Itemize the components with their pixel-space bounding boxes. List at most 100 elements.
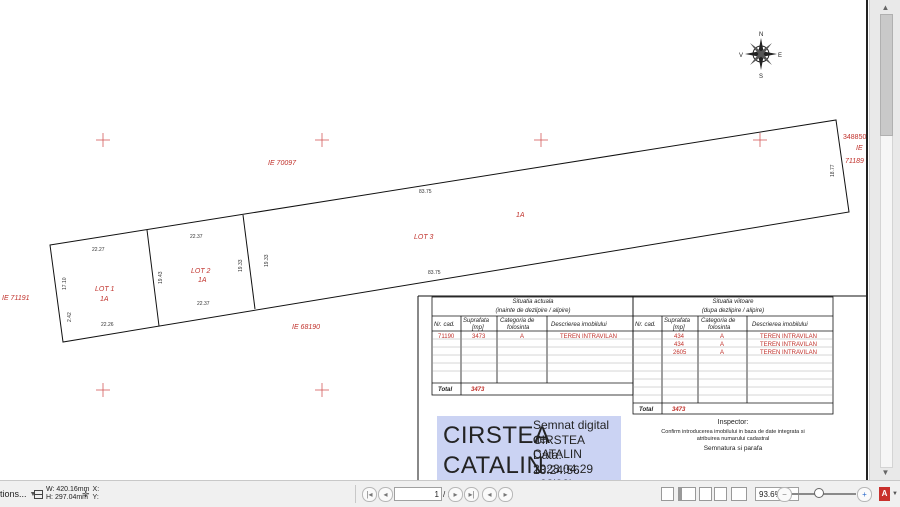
lot2-category: 1A	[198, 277, 207, 284]
zoom-slider[interactable]	[792, 481, 856, 507]
continuous-two-view-button[interactable]	[714, 481, 727, 507]
single-page-icon	[661, 487, 674, 501]
status-divider	[355, 485, 356, 503]
first-page-button[interactable]: |◂	[362, 481, 377, 507]
rotate-button[interactable]	[731, 481, 747, 507]
right-header-nrcad: Nr. cad.	[635, 322, 656, 328]
next-page-icon: ▸	[448, 486, 463, 502]
right-row1-area: 434	[674, 334, 685, 340]
zoom-out-button[interactable]: −	[777, 481, 792, 507]
single-page-view-button[interactable]	[661, 481, 674, 507]
right-row2-area: 434	[674, 342, 685, 348]
cursor-readout: ✛ X: Y:	[82, 481, 99, 507]
neighbor-east-2: 71189	[845, 158, 864, 165]
neighbor-south: IE 68190	[292, 324, 320, 331]
scroll-down-icon[interactable]: ▼	[880, 467, 891, 478]
right-header-area-2: [mp]	[672, 325, 685, 331]
scroll-up-icon[interactable]: ▲	[880, 2, 891, 13]
dim-lot3-right: 18.77	[830, 164, 836, 177]
dim-lot1-left: 17.10	[62, 277, 68, 290]
next-view-button[interactable]: ▸	[498, 481, 513, 507]
right-row3-cat: A	[720, 350, 724, 356]
last-page-icon: ▸|	[464, 486, 479, 502]
page-number-field[interactable]: 1 / 1	[394, 481, 452, 507]
pdf-icon: A	[879, 487, 890, 501]
left-row-desc: TEREN INTRAVILAN	[560, 334, 617, 340]
pdf-dropdown-icon[interactable]: ▼	[892, 491, 898, 497]
page-number-input[interactable]: 1	[394, 487, 442, 501]
compass-n: N	[759, 32, 763, 38]
dim-lot1-top: 22.27	[92, 247, 105, 253]
right-header-cat-2: folosinta	[708, 325, 731, 331]
options-label: tions...	[0, 489, 27, 499]
dim-lot2-right: 19.33	[238, 259, 244, 272]
scroll-thumb[interactable]	[880, 14, 893, 136]
dim-lot3-top: 83.75	[419, 189, 432, 195]
left-header-cat-2: folosinta	[507, 325, 530, 331]
lot3-name: LOT 3	[414, 234, 434, 241]
page-right-edge	[866, 0, 868, 480]
two-page-icon	[678, 487, 696, 501]
dim-lot1-left2: 2.42	[67, 312, 73, 322]
zoom-slider-track[interactable]	[792, 488, 856, 498]
dim-lot2-left: 19.43	[158, 271, 164, 284]
last-page-button[interactable]: ▸|	[464, 481, 479, 507]
left-row-cat: A	[520, 334, 524, 340]
left-total-value: 3473	[471, 387, 485, 393]
cursor-x-label: X:	[92, 486, 100, 493]
right-row1-desc: TEREN INTRAVILAN	[760, 334, 817, 340]
left-table-title: Situatia actuala	[512, 299, 554, 305]
rotate-icon	[731, 487, 747, 501]
right-header-cat-1: Categoria de	[701, 318, 736, 324]
right-table-subtitle: (dupa dezlipire / alipire)	[702, 308, 764, 314]
north-arrow-icon: N S E V	[739, 32, 782, 80]
document-page[interactable]: LOT 1 1A LOT 2 1A LOT 3 1A IE 70097 IE 6…	[0, 0, 869, 480]
options-menu[interactable]: tions... ▼	[0, 481, 36, 507]
right-row1-cat: A	[720, 334, 724, 340]
inspector-block: Inspector: Confirm introducerea imobilul…	[634, 415, 832, 475]
continuous-two-icon	[714, 487, 727, 501]
right-total-value: 3473	[672, 407, 686, 413]
right-row2-cat: A	[720, 342, 724, 348]
lot3-category: 1A	[516, 212, 525, 219]
continuous-view-button[interactable]	[699, 481, 712, 507]
vertical-scrollbar[interactable]: ▲ ▼	[869, 0, 900, 480]
zoom-in-button[interactable]: +	[857, 481, 872, 507]
left-header-cat-1: Categoria de	[500, 318, 535, 324]
crosshair-icon: ✛	[82, 488, 90, 499]
neighbor-north: IE 70097	[268, 160, 297, 167]
two-page-view-button[interactable]	[678, 481, 696, 507]
zoom-slider-thumb[interactable]	[814, 488, 824, 498]
right-row3-area: 2605	[673, 350, 687, 356]
compass-s: S	[759, 74, 763, 80]
prev-view-button[interactable]: ◂	[482, 481, 497, 507]
cursor-y-label: Y:	[92, 494, 99, 501]
left-table-subtitle: (inainte de dezlipire / alipire)	[495, 308, 570, 314]
right-header-desc: Descrierea imobilului	[752, 322, 808, 328]
inspector-text-2: atribuirea numarului cadastral	[696, 436, 770, 442]
continuous-icon	[699, 487, 712, 501]
right-header-area-1: Suprafata	[664, 318, 691, 324]
inspector-text-3: Semnatura si parafa	[703, 445, 763, 452]
lot2-name: LOT 2	[191, 268, 211, 275]
left-header-nrcad: Nr. cad.	[434, 322, 455, 328]
compass-e: E	[778, 53, 782, 59]
pdf-viewer: LOT 1 1A LOT 2 1A LOT 3 1A IE 70097 IE 6…	[0, 0, 900, 507]
dim-lot3-bottom: 83.75	[428, 270, 441, 276]
left-header-area-1: Suprafata	[463, 318, 490, 324]
left-header-desc: Descrierea imobilului	[551, 322, 607, 328]
left-total-label: Total	[438, 387, 452, 393]
prev-page-button[interactable]: ◂	[378, 481, 393, 507]
signature-name-line2: CATALIN	[443, 452, 545, 479]
left-header-area-2: [mp]	[471, 325, 484, 331]
left-row-area: 3473	[472, 334, 486, 340]
signature-meta-4: 13:24:56 +03'00'	[533, 463, 580, 480]
first-page-icon: |◂	[362, 486, 377, 502]
lot1-category: 1A	[100, 296, 109, 303]
pdf-export-button[interactable]: A ▼	[879, 481, 898, 507]
dim-lot2-top: 22.37	[190, 234, 203, 240]
zoom-out-icon: −	[777, 486, 792, 502]
digital-signature-stamp[interactable]: CIRSTEA CATALIN Semnat digital de CIRSTE…	[437, 416, 621, 480]
compass-w: V	[739, 53, 743, 59]
next-page-button[interactable]: ▸	[448, 481, 463, 507]
